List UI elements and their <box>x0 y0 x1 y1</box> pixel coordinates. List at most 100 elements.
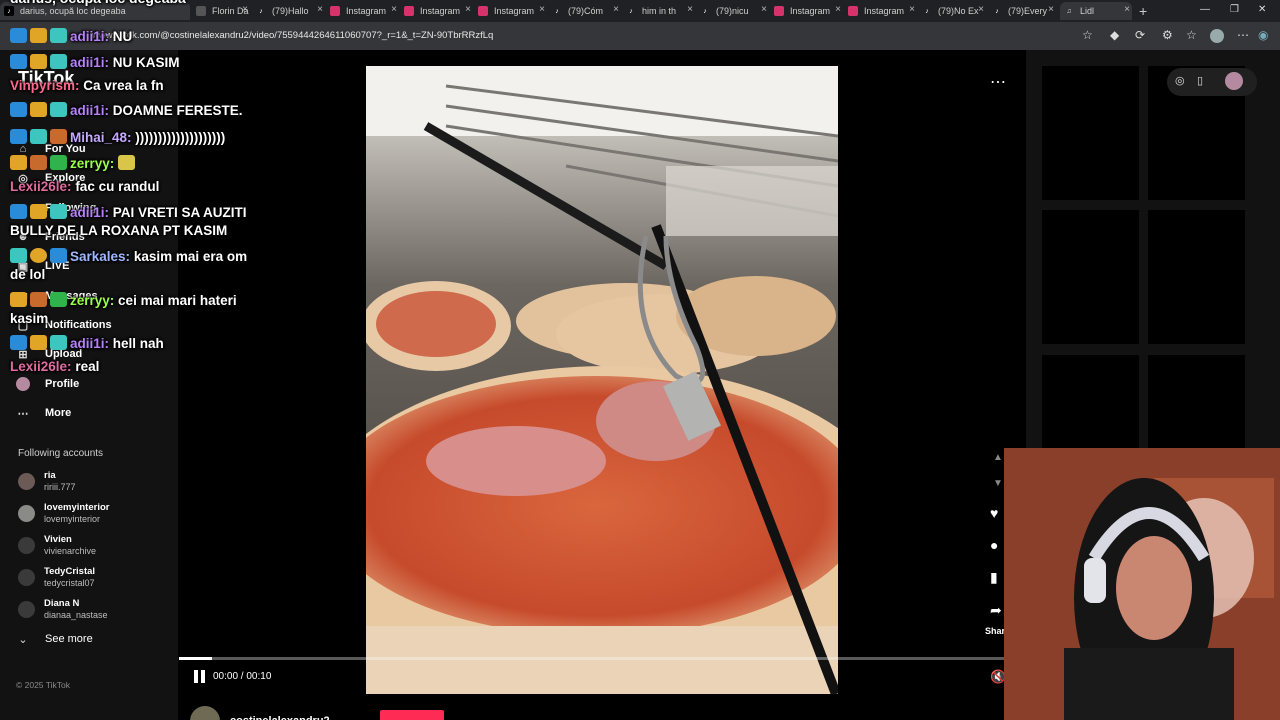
badge-icon <box>50 248 67 263</box>
close-icon[interactable]: × <box>761 4 767 15</box>
profile-icon <box>16 377 30 391</box>
follow-button[interactable] <box>380 710 444 720</box>
close-icon[interactable]: × <box>1048 4 1054 15</box>
video-thumbnail[interactable] <box>1042 66 1139 200</box>
close-icon[interactable]: × <box>242 4 248 15</box>
new-tab-button[interactable]: + <box>1139 3 1147 19</box>
badge-icon <box>50 129 67 144</box>
close-icon[interactable]: × <box>1124 4 1130 15</box>
following-account[interactable]: Vivien vivienarchive <box>18 534 96 557</box>
close-icon[interactable]: × <box>909 4 915 15</box>
account-name: ria <box>44 470 56 481</box>
account-handle: vivienarchive <box>44 546 97 556</box>
following-account[interactable]: Diana Ndianaa_nastase <box>18 598 108 621</box>
playback-time: 00:00 / 00:10 <box>213 671 272 682</box>
see-more-link[interactable]: ⌄ See more <box>16 632 92 646</box>
browser-tab[interactable]: Instagram × <box>326 2 399 20</box>
crown-badge-icon <box>30 28 47 43</box>
share-icon[interactable]: ➦ <box>990 602 1002 619</box>
extension-icon[interactable]: ◆ <box>1110 28 1119 42</box>
chat-text: PAI VRETI SA AUZITI <box>112 205 247 220</box>
browser-tab[interactable]: ♪ (79)Every × <box>988 2 1056 20</box>
pause-button[interactable] <box>194 670 206 683</box>
browser-tab[interactable]: Instagram × <box>400 2 473 20</box>
address-bar: www.tiktok.com/@costinelalexandru2/video… <box>0 22 1280 50</box>
tab-title: Instagram <box>420 6 461 16</box>
chat-message: Vinpyrism: Ca vrea la fn <box>10 75 164 97</box>
nav-label: Profile <box>45 378 80 390</box>
avatar <box>190 706 220 720</box>
video-frame[interactable] <box>366 66 838 694</box>
more-options-icon[interactable]: ⋯ <box>990 72 1006 92</box>
favorites-icon[interactable]: ☆ <box>1186 28 1197 42</box>
browser-tab[interactable]: Instagram × <box>770 2 843 20</box>
url-field[interactable]: www.tiktok.com/@costinelalexandru2/video… <box>92 30 493 41</box>
extension-icon[interactable]: ⟳ <box>1135 28 1145 42</box>
nav-profile[interactable]: Profile <box>16 377 79 391</box>
browser-tab[interactable]: Florin Da × <box>192 2 250 20</box>
browser-tab[interactable]: ♫ Lidl × <box>1060 2 1132 20</box>
progress-fill <box>179 657 212 660</box>
minimize-icon[interactable]: — <box>1200 4 1210 15</box>
video-author[interactable]: costinelalexandru2 <box>190 706 330 720</box>
chat-message: adii1i: NU KASIM <box>10 52 180 74</box>
close-icon[interactable]: × <box>317 4 323 15</box>
account-name: Diana N <box>44 598 80 609</box>
following-account[interactable]: TedyCristal tedycristal07 <box>18 566 95 589</box>
menu-dots-icon[interactable]: ⋯ <box>1237 28 1249 42</box>
following-account[interactable]: lovemyinterior lovemyinterior <box>18 502 109 525</box>
close-icon[interactable]: × <box>465 4 471 15</box>
copyright: © 2025 TikTok <box>16 680 70 690</box>
like-heart-icon[interactable]: ♥ <box>990 505 998 521</box>
nav-label: Notifications <box>45 319 112 331</box>
close-icon[interactable]: × <box>391 4 397 15</box>
browser-tab-strip: ♪ darius, ocupă loc degeaba Florin Da × ♪… <box>0 0 1280 22</box>
nav-more[interactable]: ⋯ More <box>16 406 72 420</box>
chat-message: zerryy: <box>10 153 138 175</box>
maximize-icon[interactable]: ❐ <box>1230 4 1239 15</box>
chat-message: Sarkales: kasim mai era om <box>10 246 247 268</box>
account-handle: lovemyinterior <box>44 514 101 524</box>
chat-user: adii1i: <box>70 103 110 118</box>
chevron-down-icon[interactable]: ▼ <box>993 478 1003 489</box>
account-handle: dianaa_nastase <box>44 610 108 620</box>
copilot-icon[interactable]: ◉ <box>1258 28 1268 42</box>
close-icon[interactable]: × <box>613 4 619 15</box>
badge-icon <box>30 292 47 307</box>
close-icon[interactable]: × <box>835 4 841 15</box>
video-thumbnail[interactable] <box>1042 210 1139 344</box>
bookmark-icon[interactable]: ▮ <box>990 569 998 586</box>
video-thumbnail[interactable] <box>1148 210 1245 344</box>
close-icon[interactable]: × <box>978 4 984 15</box>
close-icon[interactable]: × <box>539 4 545 15</box>
badge-icon <box>50 292 67 307</box>
browser-tab[interactable]: ♪ (79)Cóm × <box>548 2 621 20</box>
compass-icon[interactable]: ◎ <box>1175 74 1185 87</box>
browser-tab[interactable]: Instagram × <box>844 2 917 20</box>
close-icon[interactable]: × <box>687 4 693 15</box>
crown-badge-icon <box>10 155 27 170</box>
following-account[interactable]: ria ririii.777 <box>18 470 76 493</box>
chat-text: cei mai mari hateri <box>118 293 237 308</box>
video-progress-bar[interactable] <box>179 657 1004 660</box>
more-icon: ⋯ <box>17 407 29 420</box>
browser-tab[interactable]: ♪ (79)Hallo × <box>252 2 325 20</box>
browser-tab[interactable]: ♪ (79)No Ex × <box>918 2 986 20</box>
browser-tab[interactable]: Instagram × <box>474 2 547 20</box>
tiktok-icon: ♪ <box>925 7 929 15</box>
bookmark-star-icon[interactable]: ☆ <box>1082 28 1093 42</box>
chevron-up-icon[interactable]: ▲ <box>993 452 1003 463</box>
profile-avatar-icon[interactable] <box>1210 29 1224 43</box>
profile-avatar-icon[interactable] <box>1225 72 1243 90</box>
comment-icon[interactable]: ● <box>990 537 998 553</box>
nav-label: More <box>45 407 72 419</box>
browser-tab[interactable]: ♪ (79)nicu × <box>696 2 769 20</box>
window-close-icon[interactable]: ✕ <box>1258 4 1266 15</box>
browser-tab[interactable]: ♪ him in th × <box>622 2 695 20</box>
extension-icon[interactable]: ⚙ <box>1162 28 1173 42</box>
account-name: Vivien <box>44 534 72 545</box>
tiktok-icon: ♪ <box>555 7 559 15</box>
streamer-webcam <box>1004 448 1280 720</box>
chat-message: adii1i: NU <box>10 26 132 48</box>
device-icon[interactable]: ▯ <box>1197 74 1203 87</box>
